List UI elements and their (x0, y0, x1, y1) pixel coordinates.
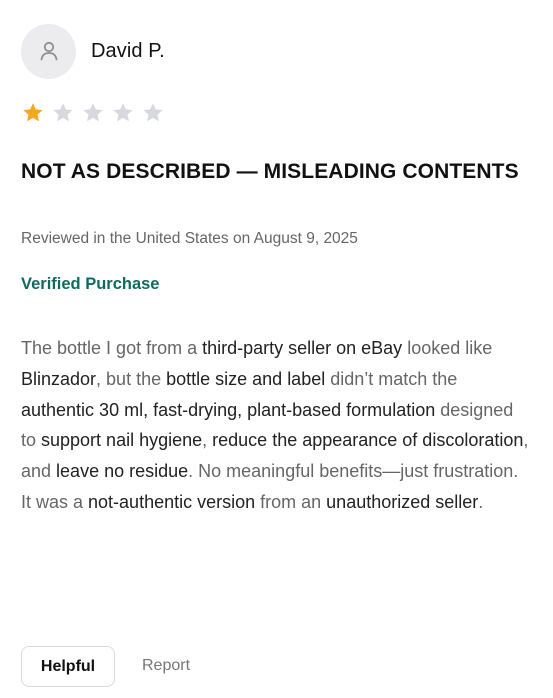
review-title: NOT AS DESCRIBED — MISLEADING CONTENTS (21, 160, 519, 183)
review-highlight: not-authentic version (88, 491, 256, 512)
review-text: The bottle I got from a (21, 338, 203, 358)
review-highlight: bottle size and label (166, 368, 326, 389)
review-text: looked like (402, 338, 493, 358)
star-empty-icon (81, 101, 105, 125)
review-highlight: reduce the appearance of discoloration (212, 430, 524, 451)
review-highlight: third-party seller on eBay (202, 338, 403, 358)
report-link[interactable]: Report (142, 657, 190, 675)
avatar (21, 23, 76, 79)
star-rating (21, 101, 171, 125)
star-filled-icon (21, 101, 45, 125)
star-empty-icon (111, 101, 135, 125)
review-highlight: Blinzador (21, 368, 97, 389)
star-empty-icon (141, 101, 165, 125)
review-text: didn’t match the (325, 368, 458, 389)
review-text: . (478, 491, 484, 512)
review-body: The bottle I got from a third-party sell… (21, 333, 533, 518)
review-text: , (202, 430, 213, 451)
review-date: Reviewed in the United States on August … (21, 230, 358, 247)
review-text: , but the (96, 368, 167, 389)
user-silhouette-icon (37, 39, 61, 63)
review-highlight: unauthorized seller (326, 491, 479, 512)
verified-purchase-badge: Verified Purchase (21, 275, 160, 293)
review-text: from an (255, 491, 327, 512)
reviewer-profile: David P. (21, 23, 165, 79)
review-card: David P. NOT AS DESCRIBED — MISLEADING C… (21, 0, 533, 698)
reviewer-name: David P. (91, 39, 165, 62)
helpful-button[interactable]: Helpful (21, 646, 115, 687)
review-highlight: leave no residue (56, 461, 189, 482)
review-highlight: authentic 30 ml, fast-drying, plant-base… (21, 399, 436, 420)
star-empty-icon (51, 101, 75, 125)
review-highlight: support nail hygiene (41, 430, 203, 451)
